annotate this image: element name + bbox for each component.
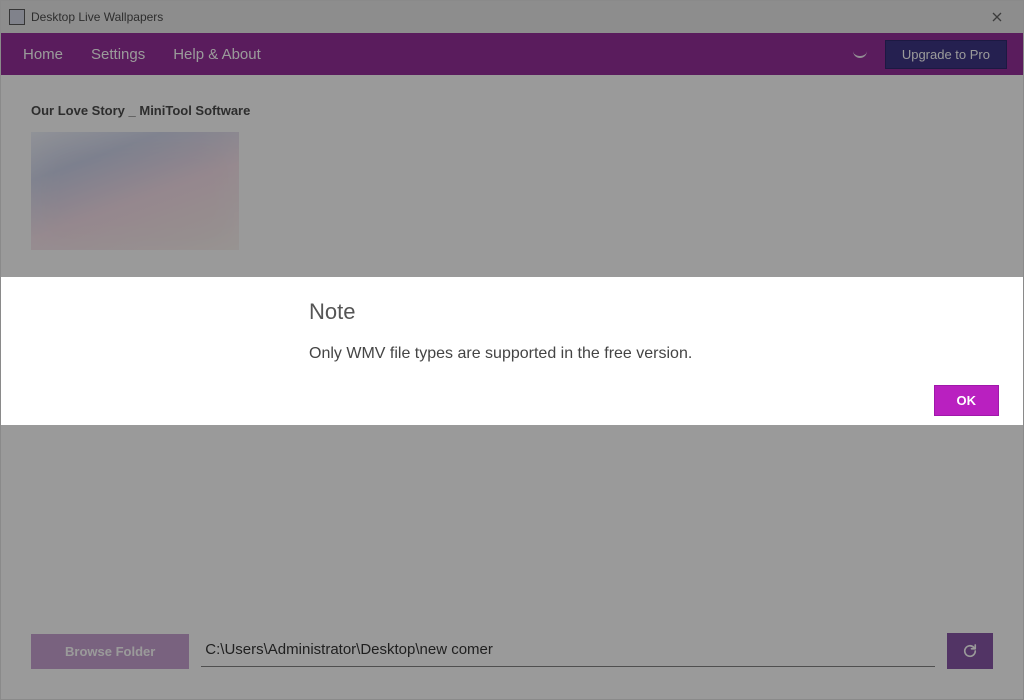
dialog-actions: OK — [309, 385, 999, 416]
app-window: Desktop Live Wallpapers Home Settings He… — [0, 0, 1024, 700]
note-dialog: Note Only WMV file types are supported i… — [1, 277, 1023, 425]
dialog-body: Only WMV file types are supported in the… — [309, 345, 999, 363]
dialog-title: Note — [309, 299, 999, 325]
ok-button[interactable]: OK — [934, 385, 1000, 416]
